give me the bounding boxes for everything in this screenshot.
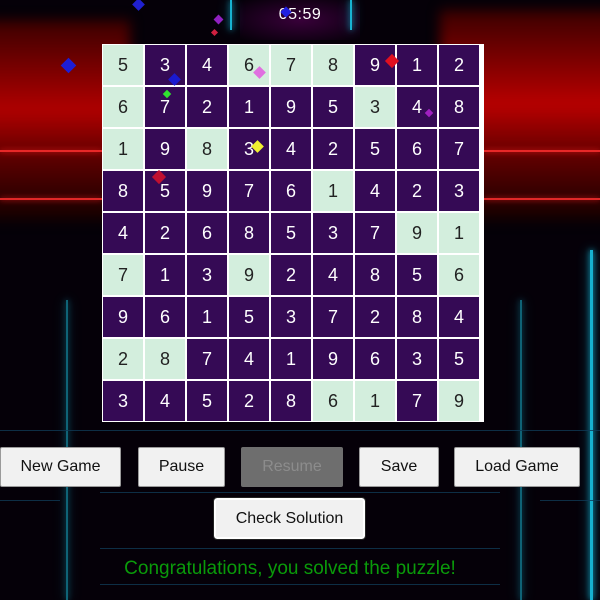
sudoku-cell[interactable]: 8 xyxy=(312,44,354,86)
sudoku-cell[interactable]: 2 xyxy=(144,212,186,254)
save-button[interactable]: Save xyxy=(359,447,439,487)
sudoku-cell[interactable]: 9 xyxy=(312,338,354,380)
sudoku-cell[interactable]: 9 xyxy=(396,212,438,254)
neon-line xyxy=(100,584,500,585)
sudoku-cell[interactable]: 5 xyxy=(396,254,438,296)
sudoku-cell[interactable]: 1 xyxy=(144,254,186,296)
sudoku-cell[interactable]: 9 xyxy=(228,254,270,296)
sudoku-cell[interactable]: 5 xyxy=(354,128,396,170)
sudoku-cell[interactable]: 7 xyxy=(228,170,270,212)
sudoku-cell[interactable]: 3 xyxy=(186,254,228,296)
sudoku-cell[interactable]: 2 xyxy=(228,380,270,422)
sudoku-cell[interactable]: 9 xyxy=(186,170,228,212)
sudoku-cell[interactable]: 2 xyxy=(270,254,312,296)
sudoku-cell[interactable]: 5 xyxy=(102,44,144,86)
sudoku-cell[interactable]: 5 xyxy=(312,86,354,128)
sudoku-cell[interactable]: 4 xyxy=(270,128,312,170)
neon-line xyxy=(484,150,600,152)
sudoku-cell[interactable]: 6 xyxy=(102,86,144,128)
sudoku-cell[interactable]: 7 xyxy=(270,44,312,86)
sudoku-cell[interactable]: 8 xyxy=(144,338,186,380)
sudoku-cell[interactable]: 1 xyxy=(228,86,270,128)
neon-line xyxy=(100,548,500,549)
neon-line xyxy=(540,500,600,501)
sudoku-cell[interactable]: 6 xyxy=(144,296,186,338)
sudoku-grid: 5346789126721953481983425678597614234268… xyxy=(102,44,484,422)
sudoku-cell[interactable]: 6 xyxy=(438,254,480,296)
sudoku-cell[interactable]: 6 xyxy=(396,128,438,170)
sudoku-cell[interactable]: 6 xyxy=(228,44,270,86)
sudoku-cell[interactable]: 1 xyxy=(186,296,228,338)
sudoku-cell[interactable]: 8 xyxy=(438,86,480,128)
sudoku-cell[interactable]: 7 xyxy=(438,128,480,170)
resume-button[interactable]: Resume xyxy=(241,447,343,487)
sudoku-cell[interactable]: 4 xyxy=(354,170,396,212)
sudoku-cell[interactable]: 7 xyxy=(186,338,228,380)
pause-button[interactable]: Pause xyxy=(138,447,225,487)
sudoku-cell[interactable]: 4 xyxy=(438,296,480,338)
sudoku-cell[interactable]: 1 xyxy=(354,380,396,422)
sudoku-cell[interactable]: 5 xyxy=(438,338,480,380)
sudoku-cell[interactable]: 4 xyxy=(396,86,438,128)
sudoku-cell[interactable]: 4 xyxy=(144,380,186,422)
sudoku-cell[interactable]: 9 xyxy=(102,296,144,338)
neon-line xyxy=(0,430,600,431)
sudoku-cell[interactable]: 7 xyxy=(396,380,438,422)
sudoku-cell[interactable]: 1 xyxy=(312,170,354,212)
neon-line xyxy=(484,198,600,200)
neon-line xyxy=(0,500,60,501)
sudoku-cell[interactable]: 1 xyxy=(438,212,480,254)
sudoku-cell[interactable]: 2 xyxy=(438,44,480,86)
sudoku-cell[interactable]: 9 xyxy=(144,128,186,170)
sudoku-cell[interactable]: 3 xyxy=(270,296,312,338)
timer: 05:59 xyxy=(278,6,322,23)
sudoku-cell[interactable]: 7 xyxy=(354,212,396,254)
neon-line xyxy=(590,250,593,600)
sudoku-cell[interactable]: 2 xyxy=(312,128,354,170)
sudoku-cell[interactable]: 5 xyxy=(228,296,270,338)
sudoku-cell[interactable]: 3 xyxy=(312,212,354,254)
sudoku-cell[interactable]: 5 xyxy=(186,380,228,422)
sudoku-cell[interactable]: 6 xyxy=(312,380,354,422)
sudoku-cell[interactable]: 8 xyxy=(102,170,144,212)
sudoku-cell[interactable]: 7 xyxy=(102,254,144,296)
sudoku-cell[interactable]: 3 xyxy=(438,170,480,212)
sudoku-cell[interactable]: 5 xyxy=(270,212,312,254)
sudoku-cell[interactable]: 9 xyxy=(270,86,312,128)
sudoku-cell[interactable]: 4 xyxy=(312,254,354,296)
sudoku-cell[interactable]: 1 xyxy=(396,44,438,86)
sudoku-cell[interactable]: 3 xyxy=(354,86,396,128)
sudoku-cell[interactable]: 8 xyxy=(186,128,228,170)
new-game-button[interactable]: New Game xyxy=(0,447,121,487)
load-game-button[interactable]: Load Game xyxy=(454,447,580,487)
sudoku-cell[interactable]: 2 xyxy=(396,170,438,212)
sudoku-cell[interactable]: 9 xyxy=(438,380,480,422)
sudoku-cell[interactable]: 4 xyxy=(228,338,270,380)
sudoku-cell[interactable]: 7 xyxy=(312,296,354,338)
sudoku-cell[interactable]: 4 xyxy=(186,44,228,86)
neon-line xyxy=(100,492,500,493)
sudoku-cell[interactable]: 3 xyxy=(102,380,144,422)
sudoku-cell[interactable]: 1 xyxy=(270,338,312,380)
sudoku-cell[interactable]: 4 xyxy=(102,212,144,254)
sudoku-cell[interactable]: 8 xyxy=(396,296,438,338)
neon-line xyxy=(0,150,102,152)
sudoku-cell[interactable]: 3 xyxy=(396,338,438,380)
sudoku-cell[interactable]: 8 xyxy=(270,380,312,422)
sudoku-cell[interactable]: 6 xyxy=(270,170,312,212)
sudoku-cell[interactable]: 3 xyxy=(228,128,270,170)
sudoku-cell[interactable]: 8 xyxy=(228,212,270,254)
sudoku-cell[interactable]: 6 xyxy=(186,212,228,254)
sudoku-cell[interactable]: 6 xyxy=(354,338,396,380)
sudoku-cell[interactable]: 2 xyxy=(186,86,228,128)
sudoku-cell[interactable]: 1 xyxy=(102,128,144,170)
sudoku-cell[interactable]: 8 xyxy=(354,254,396,296)
check-solution-button[interactable]: Check Solution xyxy=(213,497,366,540)
success-message: Congratulations, you solved the puzzle! xyxy=(124,558,456,579)
sudoku-cell[interactable]: 2 xyxy=(354,296,396,338)
sudoku-cell[interactable]: 2 xyxy=(102,338,144,380)
neon-line xyxy=(0,198,102,200)
